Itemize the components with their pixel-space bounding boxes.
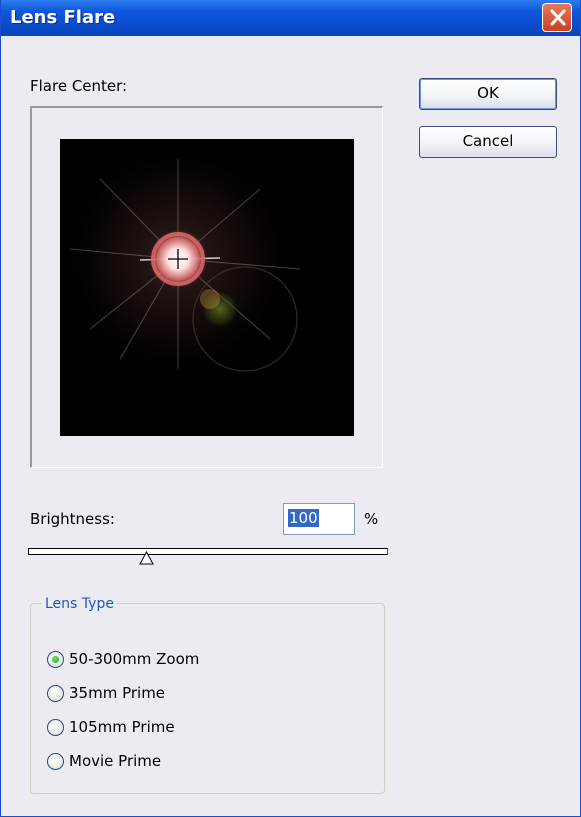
close-icon <box>550 9 566 26</box>
brightness-label: Brightness: <box>30 510 115 528</box>
radio-button[interactable] <box>47 685 64 702</box>
brightness-slider-track[interactable] <box>28 548 388 555</box>
radio-label: 105mm Prime <box>69 718 175 736</box>
ok-button[interactable]: OK <box>419 78 557 110</box>
radio-label: 50-300mm Zoom <box>69 650 200 668</box>
radio-button[interactable] <box>47 753 64 770</box>
flare-image <box>60 139 354 436</box>
radio-label: 35mm Prime <box>69 684 166 702</box>
percent-unit: % <box>364 510 379 528</box>
close-button[interactable] <box>542 3 572 32</box>
radio-selected-dot <box>52 656 59 663</box>
cancel-button[interactable]: Cancel <box>419 126 557 158</box>
title-bar[interactable]: Lens Flare <box>1 0 580 36</box>
flare-preview[interactable] <box>60 139 354 436</box>
radio-button[interactable] <box>47 651 64 668</box>
brightness-value: 100 <box>288 509 319 527</box>
flare-center-label: Flare Center: <box>30 77 128 95</box>
brightness-slider-thumb[interactable] <box>139 551 154 565</box>
radio-label: Movie Prime <box>69 752 162 770</box>
dialog-title: Lens Flare <box>10 7 116 28</box>
radio-button[interactable] <box>47 719 64 736</box>
brightness-input[interactable]: 100 <box>283 503 355 535</box>
lens-type-legend: Lens Type <box>42 596 117 612</box>
